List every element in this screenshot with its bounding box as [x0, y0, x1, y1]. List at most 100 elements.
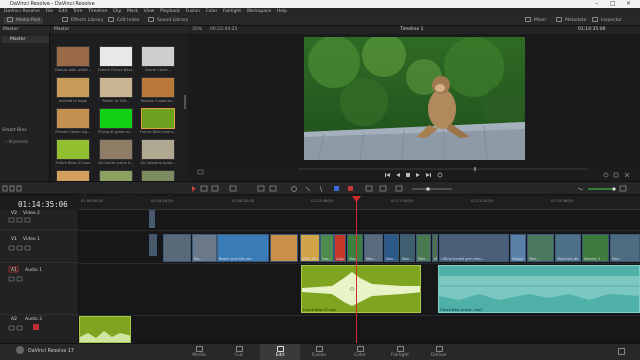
video-clip[interactable]: Beach and hills aer... [217, 234, 269, 262]
media-pool-clip-label: Future Bass (marri... [140, 130, 176, 134]
page-edit[interactable]: Edit [260, 344, 300, 360]
mixer-button[interactable]: Mixer [525, 17, 546, 24]
page-deliver[interactable]: Deliver [419, 344, 459, 360]
video-clip[interactable]: NEW_DE... [300, 234, 320, 262]
maximize-icon[interactable]: □ [610, 0, 616, 8]
media-pool-clip[interactable] [56, 77, 90, 98]
video-clip[interactable]: Mon... [384, 234, 399, 262]
video-clip[interactable] [270, 234, 298, 262]
video-clip[interactable]: Happy... [510, 234, 526, 262]
page-fairlight[interactable]: Fairlight [380, 344, 420, 360]
viewer-frame [304, 37, 525, 160]
audio-clip-future-bass-07[interactable]: Future Bass 07.wav [301, 265, 421, 313]
track-divider [79, 263, 640, 264]
menu-fusion[interactable]: Fusion [186, 8, 200, 15]
audio-2-clip[interactable] [79, 316, 131, 343]
menu-trim[interactable]: Trim [73, 8, 83, 15]
media-pool-clip[interactable] [99, 108, 133, 129]
video-clip[interactable]: Mon... [527, 234, 554, 262]
timeline-toolbar [0, 181, 640, 195]
page-navigation: DaVinci Resolve 17 Media Cut Edit Fusion… [0, 343, 640, 360]
waveform-graphic [439, 276, 639, 300]
edit-index-button[interactable]: Edit Index [108, 17, 140, 24]
media-pool-clip-label: Dream Future Bass... [98, 68, 134, 72]
media-pool-scrollbar[interactable] [184, 95, 186, 109]
menu-mark[interactable]: Mark [127, 8, 138, 15]
fusion-page-icon [315, 346, 323, 352]
media-pool-clip[interactable] [99, 77, 133, 98]
menu-timeline[interactable]: Timeline [88, 8, 107, 15]
video-clip[interactable]: Lifting bucket gym mov... [439, 234, 509, 262]
video-clip[interactable]: Mon... [416, 234, 431, 262]
video-clip[interactable]: Mon... [347, 234, 363, 262]
menu-file[interactable]: File [46, 8, 54, 15]
menu-fairlight[interactable]: Fairlight [223, 8, 241, 15]
media-pool-clip-label: Flying at green sc... [98, 130, 134, 134]
timeline-name[interactable]: Timeline 1 [400, 26, 423, 34]
video-clip[interactable]: Mon... [364, 234, 383, 262]
menu-help[interactable]: Help [277, 8, 287, 15]
v1-clip[interactable] [149, 234, 157, 256]
cut-page-icon [235, 346, 243, 352]
video-clip[interactable]: Mon... [400, 234, 415, 262]
transport-controls [197, 167, 630, 178]
video-clip[interactable]: Foo... [320, 234, 334, 262]
interface-toolbar: Media Pool Effects Library Edit Index So… [0, 15, 640, 26]
v2-clip[interactable] [149, 210, 155, 228]
viewer-zoom[interactable]: 35% [192, 26, 202, 34]
media-pool-clip[interactable] [141, 46, 175, 67]
project-settings-icon[interactable] [618, 348, 625, 355]
page-color[interactable]: Color [340, 344, 380, 360]
viewer-header: 35% 00:22:44:25 Timeline 1 01:14:35:06 [188, 26, 640, 34]
video-clip[interactable]: Riv... [192, 234, 217, 262]
metadata-button[interactable]: Metadata [556, 17, 586, 24]
menu-bar: DaVinci Resolve File Edit Trim Timeline … [0, 8, 640, 15]
media-pool-clip[interactable] [99, 139, 133, 160]
video-clip[interactable]: Colo... [334, 234, 346, 262]
timeline-tools [2, 185, 627, 193]
page-cut[interactable]: Cut [219, 344, 259, 360]
media-pool-clip[interactable] [141, 139, 175, 160]
page-media[interactable]: Media [179, 344, 219, 360]
sound-library-button[interactable]: Sound Library [148, 17, 188, 24]
audio-clip-future-bass-marri[interactable]: Future Bass (marri...mp3 [438, 265, 640, 313]
video-clip[interactable] [163, 234, 191, 262]
media-pool-clip[interactable] [141, 108, 175, 129]
close-icon[interactable]: × [626, 0, 631, 8]
menu-color[interactable]: Color [206, 8, 218, 15]
transport-bar [188, 167, 640, 181]
media-pool-clip[interactable] [141, 77, 175, 98]
playhead[interactable] [356, 197, 357, 345]
video-clip[interactable]: Mon... [432, 234, 438, 262]
media-pool-clip[interactable] [99, 46, 133, 67]
menu-workspace[interactable]: Workspace [247, 8, 272, 15]
menu-playback[interactable]: Playback [160, 8, 180, 15]
timeline-timecode[interactable]: 01:14:35:06 [18, 200, 68, 209]
inspector-button[interactable]: Inspector [592, 17, 622, 24]
metadata-icon [556, 17, 562, 22]
menu-clip[interactable]: Clip [113, 8, 122, 15]
video-clip[interactable]: Mon... [610, 234, 640, 262]
mixer-icon [525, 17, 531, 22]
media-pool-button[interactable]: Media Pool [4, 17, 44, 24]
bin-master[interactable]: Master [1, 36, 49, 43]
smart-bin-keywords[interactable]: › Keywords [6, 139, 28, 144]
media-pool-clip[interactable] [56, 108, 90, 129]
track-headers: V2 Video 2 V1 Video 1 A1 Audio 1 A2 Audi… [0, 210, 79, 343]
minimize-icon[interactable]: – [595, 0, 598, 8]
effects-library-button[interactable]: Effects Library [62, 17, 103, 24]
video-clip[interactable]: Monkey 2 ... [582, 234, 609, 262]
ruler-tick: 01:04:16:00 [151, 199, 173, 203]
media-pool-clip[interactable] [56, 46, 90, 67]
media-pool-clip-label: Future Bass 07.wav [55, 161, 91, 165]
page-fusion[interactable]: Fusion [299, 344, 339, 360]
track-header-controls [8, 217, 39, 331]
video-clip[interactable]: Mountain de... [555, 234, 581, 262]
menu-view[interactable]: View [144, 8, 155, 15]
menu-edit[interactable]: Edit [59, 8, 68, 15]
viewer-timecode-right: 01:14:35:06 [578, 27, 606, 32]
timeline-ruler[interactable]: 01:00:00:00 01:04:16:00 01:08:32:00 01:1… [79, 197, 640, 210]
media-pool-clip[interactable] [56, 139, 90, 160]
menu-davinci-resolve[interactable]: DaVinci Resolve [4, 8, 40, 15]
media-page-icon [195, 346, 203, 352]
